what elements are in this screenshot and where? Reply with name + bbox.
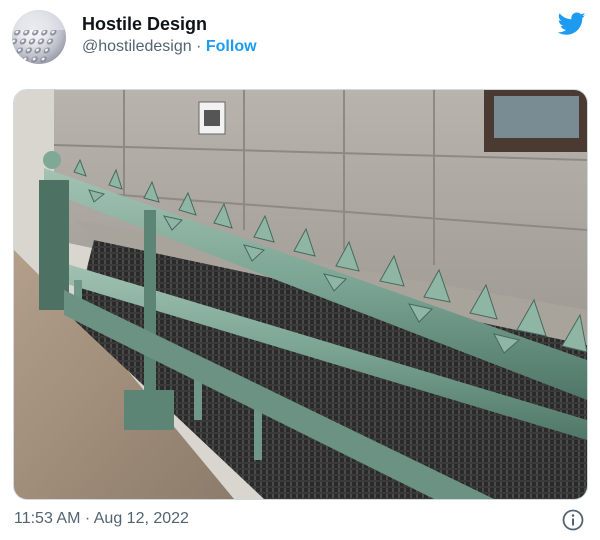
- separator-dot: ·: [196, 38, 202, 55]
- author-name[interactable]: Hostile Design: [82, 14, 207, 35]
- author-avatar[interactable]: [12, 10, 66, 64]
- author-handle-row: @hostiledesign · Follow: [82, 38, 257, 56]
- tweet-photo[interactable]: [13, 89, 588, 500]
- author-handle[interactable]: @hostiledesign: [82, 38, 192, 55]
- follow-link[interactable]: Follow: [206, 38, 257, 55]
- info-icon[interactable]: [562, 509, 584, 531]
- twitter-bird-icon[interactable]: [557, 12, 586, 36]
- tweet-timestamp[interactable]: 11:53 AM · Aug 12, 2022: [14, 510, 189, 528]
- tweet-header: Hostile Design @hostiledesign · Follow: [12, 10, 588, 66]
- tweet-card: Hostile Design @hostiledesign · Follow 1…: [0, 0, 600, 540]
